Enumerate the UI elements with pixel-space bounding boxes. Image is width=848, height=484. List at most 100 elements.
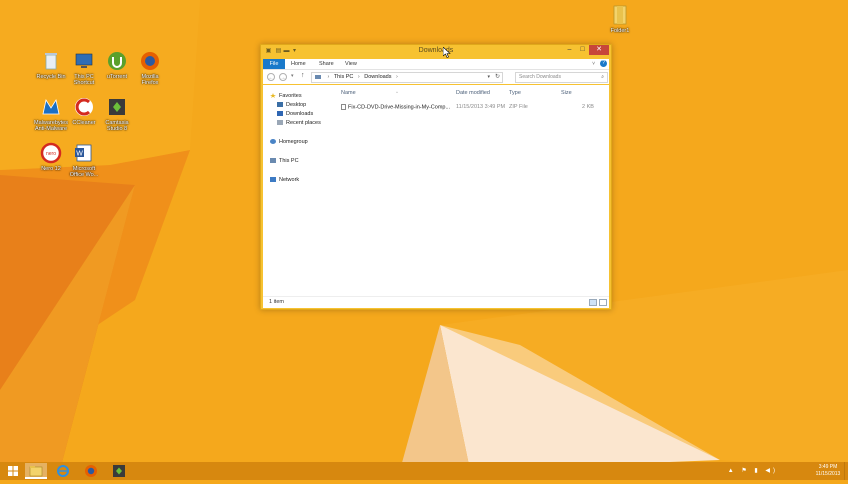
camtasia-icon (113, 465, 125, 477)
internet-explorer-icon (57, 465, 69, 477)
tab-share[interactable]: Share (319, 59, 334, 69)
large-icons-view-button[interactable] (599, 299, 607, 306)
desktop-icon-ccleaner[interactable]: CCleaner (66, 96, 102, 126)
desktop-icon-utorrent[interactable]: uTorrent (99, 50, 135, 80)
back-button[interactable]: ← (267, 73, 275, 81)
desktop-icon-malwarebytes[interactable]: Malwarebytes Anti-Malware (33, 96, 69, 132)
nav-label: Network (279, 177, 300, 183)
column-header-size[interactable]: Size (561, 90, 572, 96)
item-count: 1 item (269, 299, 284, 305)
clock-time: 3:49 PM (818, 464, 838, 470)
desktop-icon-word[interactable]: W Microsoft Office Wo... (66, 142, 102, 178)
sort-ascending-icon: ^ (396, 90, 398, 95)
explorer-content: Favorites Desktop Downloads Recent place… (263, 85, 609, 297)
ribbon-tabs: File Home Share View ˅ ? (263, 59, 609, 70)
expand-ribbon-icon[interactable]: ˅ (592, 61, 595, 67)
taskbar: ▲ ⚑ ▮ ◀) 3:49 PM 11/15/2013 (0, 462, 848, 480)
forward-button[interactable]: → (279, 73, 287, 81)
windows-start-icon (8, 466, 18, 476)
nav-label: Homegroup (279, 139, 308, 145)
desktop-icon-firefox[interactable]: Mozilla Firefox (132, 50, 168, 86)
search-placeholder: Search Downloads (519, 74, 561, 80)
tab-file[interactable]: File (263, 59, 285, 69)
desktop-icon-this-pc[interactable]: This PC Shortcut (66, 50, 102, 86)
desktop-icon-label: Nero 12 (41, 166, 61, 172)
file-explorer-icon (29, 466, 43, 477)
folder-icon (613, 5, 627, 25)
tab-home[interactable]: Home (291, 59, 306, 69)
details-view-button[interactable] (589, 299, 597, 306)
window-titlebar[interactable]: ▣ ▤ ▬ ▾ Downloads – □ ✕ (261, 45, 611, 58)
maximize-button[interactable]: □ (576, 45, 589, 55)
malwarebytes-icon (42, 98, 60, 115)
clock-date: 11/15/2013 (815, 471, 841, 477)
column-header-name[interactable]: Name ^ (341, 90, 398, 96)
nav-label: Recent places (286, 120, 321, 126)
camtasia-icon (109, 99, 125, 115)
desktop-icon-label: Folder1 (610, 28, 630, 34)
desktop-icon-nero[interactable]: nero Nero 12 (33, 142, 69, 172)
breadcrumb-separator-icon[interactable]: › (328, 74, 330, 80)
nav-downloads[interactable]: Downloads (277, 111, 313, 117)
desktop-icon-label: Recycle Bin (36, 74, 66, 80)
file-name-cell: Fix-CD-DVD-Drive-Missing-in-My-Comp... (341, 104, 450, 110)
homegroup-icon (270, 139, 276, 145)
up-button[interactable]: ↑ (301, 72, 305, 79)
nav-network[interactable]: Network (270, 177, 299, 183)
address-bar-row: ← → ▾ ↑ › This PC › Downloads › ▾ ↻ Sear… (263, 70, 609, 84)
taskbar-camtasia[interactable] (108, 463, 130, 479)
nav-favorites[interactable]: Favorites (270, 93, 302, 99)
minimize-button[interactable]: – (563, 45, 576, 55)
start-button[interactable] (2, 463, 24, 479)
breadcrumb-separator-icon[interactable]: › (358, 74, 360, 80)
nav-label: This PC (279, 158, 299, 164)
taskbar-file-explorer[interactable] (25, 463, 47, 479)
ccleaner-icon (75, 98, 93, 116)
close-button[interactable]: ✕ (589, 45, 609, 55)
breadcrumb-this-pc[interactable]: This PC (334, 74, 354, 80)
firefox-icon (141, 52, 159, 70)
this-pc-icon (270, 158, 276, 164)
desktop-icon-label: This PC Shortcut (73, 74, 95, 86)
address-bar[interactable]: › This PC › Downloads › ▾ ↻ (311, 72, 503, 83)
zip-file-icon (341, 104, 346, 110)
this-pc-icon (75, 53, 93, 68)
column-label: Name (341, 90, 356, 96)
file-explorer-window: ▣ ▤ ▬ ▾ Downloads – □ ✕ File Home Share … (260, 44, 612, 310)
downloads-folder-icon (277, 111, 283, 117)
file-size-cell: 2 KB (582, 104, 594, 110)
recent-locations-icon[interactable]: ▾ (291, 73, 294, 79)
show-desktop-button[interactable] (844, 462, 848, 480)
address-dropdown-icon[interactable]: ▾ (487, 73, 490, 82)
refresh-icon[interactable]: ↻ (495, 73, 500, 82)
navigation-pane: Favorites Desktop Downloads Recent place… (263, 85, 335, 297)
nav-recent-places[interactable]: Recent places (277, 120, 321, 126)
nero-icon: nero (40, 142, 62, 164)
desktop-icon-camtasia[interactable]: Camtasia Studio 8 (99, 96, 135, 132)
desktop-icon-folder1[interactable]: Folder1 (602, 4, 638, 34)
word-icon: W (75, 144, 92, 162)
recycle-bin-icon (45, 53, 57, 70)
desktop-icon-label: CCleaner (72, 120, 96, 126)
desktop-icon-label: Camtasia Studio 8 (105, 120, 129, 132)
taskbar-firefox[interactable] (80, 463, 102, 479)
column-header-date-modified[interactable]: Date modified (456, 90, 490, 96)
tab-view[interactable]: View (345, 59, 357, 69)
desktop-icon-label: Malwarebytes Anti-Malware (34, 120, 68, 132)
nav-homegroup[interactable]: Homegroup (270, 139, 308, 145)
taskbar-internet-explorer[interactable] (52, 463, 74, 479)
nav-desktop[interactable]: Desktop (277, 102, 306, 108)
help-icon[interactable]: ? (600, 60, 607, 67)
taskbar-clock[interactable]: 3:49 PM 11/15/2013 (812, 464, 844, 478)
star-icon (270, 93, 276, 99)
system-tray-icons[interactable]: ▲ ⚑ ▮ ◀) (728, 467, 778, 474)
column-header-type[interactable]: Type (509, 90, 521, 96)
breadcrumb-downloads[interactable]: Downloads (364, 74, 391, 80)
breadcrumb-separator-icon[interactable]: › (396, 74, 398, 80)
mouse-cursor-icon (443, 47, 451, 58)
search-input[interactable]: Search Downloads ⌕ (515, 72, 608, 83)
nav-this-pc[interactable]: This PC (270, 158, 299, 164)
nav-label: Downloads (286, 111, 314, 117)
desktop-icon-recycle-bin[interactable]: Recycle Bin (33, 50, 69, 80)
utorrent-icon (108, 52, 126, 70)
